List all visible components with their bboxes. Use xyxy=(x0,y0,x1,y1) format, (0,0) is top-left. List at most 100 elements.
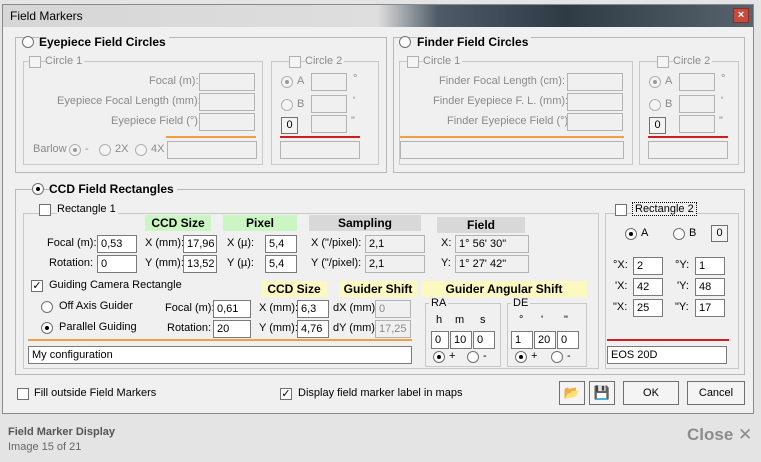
ccd-size-header: CCD Size xyxy=(145,215,211,231)
barlow-input[interactable] xyxy=(167,141,257,159)
floppy-disk-icon: 💾 xyxy=(593,385,611,400)
barlow-4x-radio[interactable] xyxy=(135,144,147,156)
rect2-y1-input[interactable]: 1 xyxy=(695,257,725,275)
pixel-y-input[interactable]: 5,4 xyxy=(265,255,297,273)
eyepiece-min-input[interactable] xyxy=(311,95,347,113)
rect2-a-radio[interactable] xyxy=(625,228,637,240)
rotation-input[interactable]: 0 xyxy=(97,255,137,273)
de-deg-input[interactable]: 1 xyxy=(511,331,533,349)
rect2-x1-label: °X: xyxy=(613,259,628,271)
barlow-none-radio[interactable] xyxy=(69,144,81,156)
sampling-x-value: 2,1 xyxy=(365,235,425,253)
window-title: Field Markers xyxy=(10,9,83,23)
rect2-y3-input[interactable]: 17 xyxy=(695,299,725,317)
eyepiece-zero-button[interactable]: 0 xyxy=(281,117,298,134)
gallery-close-label: Close xyxy=(687,425,734,444)
de-plus-label: + xyxy=(531,350,538,362)
guider-focal-input[interactable]: 0,61 xyxy=(213,300,251,318)
focal-input[interactable]: 0,53 xyxy=(97,235,137,253)
guider-y-input[interactable]: 4,76 xyxy=(297,320,329,338)
rect2-x1-input[interactable]: 2 xyxy=(633,257,663,275)
gallery-close-button[interactable]: Close ✕ xyxy=(687,425,752,445)
rect2-checkbox[interactable] xyxy=(615,204,627,216)
eyepiece-circle2-name-input[interactable] xyxy=(280,141,360,159)
display-label-checkbox[interactable]: ✓ xyxy=(280,388,292,400)
parallel-radio[interactable] xyxy=(41,322,53,334)
rect2-zero-button[interactable]: 0 xyxy=(711,225,728,242)
de-minus-radio[interactable] xyxy=(551,351,563,363)
finder-circle1-name-input[interactable] xyxy=(400,141,624,159)
finder-radio[interactable] xyxy=(399,36,411,48)
finder-fefl-input[interactable] xyxy=(567,93,623,111)
rect2-x2-input[interactable]: 42 xyxy=(633,278,663,296)
ccd-x-label: X (mm): xyxy=(145,237,185,249)
finder-deg-input[interactable] xyxy=(679,73,715,91)
cancel-button[interactable]: Cancel xyxy=(687,381,745,405)
fill-outside-label: Fill outside Field Markers xyxy=(34,387,157,399)
de-plus-radio[interactable] xyxy=(515,351,527,363)
ra-h-input[interactable]: 0 xyxy=(431,331,449,349)
finder-b-radio[interactable] xyxy=(649,99,661,111)
ccd-y-input[interactable]: 13,52 xyxy=(183,255,217,273)
pixel-x-input[interactable]: 5,4 xyxy=(265,235,297,253)
ra-plus-radio[interactable] xyxy=(433,351,445,363)
finder-a-radio[interactable] xyxy=(649,76,661,88)
rect2-b-radio[interactable] xyxy=(673,228,685,240)
rect2-x3-label: "X: xyxy=(613,301,628,313)
eyepiece-sec-input[interactable] xyxy=(311,115,347,133)
ok-button[interactable]: OK xyxy=(623,381,679,405)
eyepiece-efl-input[interactable] xyxy=(199,93,255,111)
ra-m-input[interactable]: 10 xyxy=(450,331,472,349)
eyepiece-circle1-checkbox[interactable] xyxy=(29,56,41,68)
finder-sec-input[interactable] xyxy=(679,115,715,133)
fill-outside-checkbox[interactable] xyxy=(17,388,29,400)
guider-x-input[interactable]: 6,3 xyxy=(297,300,329,318)
finder-min-input[interactable] xyxy=(679,95,715,113)
eyepiece-a-radio[interactable] xyxy=(281,76,293,88)
finder-circle2-name-input[interactable] xyxy=(648,141,728,159)
sampling-y-label: Y ("/pixel): xyxy=(311,257,362,269)
ccd-x-input[interactable]: 17,96 xyxy=(183,235,217,253)
ra-minus-radio[interactable] xyxy=(467,351,479,363)
ra-h-label: h xyxy=(436,314,443,326)
de-min-input[interactable]: 20 xyxy=(534,331,556,349)
guiding-checkbox[interactable]: ✓ xyxy=(31,280,43,292)
sampling-y-value: 2,1 xyxy=(365,255,425,273)
de-title: DE xyxy=(511,297,531,309)
guider-rotation-input[interactable]: 20 xyxy=(213,320,251,338)
dx-input[interactable]: 0 xyxy=(375,300,411,318)
ra-s-input[interactable]: 0 xyxy=(473,331,495,349)
dy-input[interactable]: 17,25 xyxy=(375,320,411,338)
field-markers-dialog: Field Markers × Eyepiece Field Circles C… xyxy=(2,4,754,414)
finder-circle2-checkbox[interactable] xyxy=(657,56,669,68)
close-window-button[interactable]: × xyxy=(733,8,749,23)
rect1-checkbox[interactable] xyxy=(39,204,51,216)
eyepiece-radio[interactable] xyxy=(22,36,34,48)
eyepiece-b-radio[interactable] xyxy=(281,99,293,111)
eyepiece-circle2-checkbox[interactable] xyxy=(289,56,301,68)
ccd-radio[interactable] xyxy=(32,183,44,195)
rect2-x2-label: 'X: xyxy=(615,280,628,292)
rect2-name-input[interactable]: EOS 20D xyxy=(607,346,727,364)
rotation-label: Rotation: xyxy=(49,257,94,269)
finder-fef-input[interactable] xyxy=(567,113,623,131)
barlow-2x-radio[interactable] xyxy=(99,144,111,156)
off-axis-radio[interactable] xyxy=(41,301,53,313)
save-config-button[interactable]: 💾 xyxy=(589,381,615,405)
guider-y-label: Y (mm): xyxy=(259,322,298,334)
configuration-input[interactable]: My configuration xyxy=(28,346,412,364)
finder-circle1-checkbox[interactable] xyxy=(407,56,419,68)
finder-zero-button[interactable]: 0 xyxy=(649,117,666,134)
rect2-x3-input[interactable]: 25 xyxy=(633,299,663,317)
eyepiece-deg-input[interactable] xyxy=(311,73,347,91)
de-sec-input[interactable]: 0 xyxy=(557,331,579,349)
finder-fef-label: Finder Eyepiece Field (°) xyxy=(447,115,569,127)
eyepiece-focal-input[interactable] xyxy=(199,73,255,91)
field-y-value: 1° 27' 42" xyxy=(455,255,529,273)
caption-subtitle: Image 15 of 21 xyxy=(8,441,82,453)
eyepiece-field-input[interactable] xyxy=(199,113,255,131)
finder-min-unit: ' xyxy=(721,95,724,107)
finder-ffl-input[interactable] xyxy=(567,73,623,91)
rect2-y2-input[interactable]: 48 xyxy=(695,278,725,296)
open-folder-button[interactable]: 📂 xyxy=(559,381,585,405)
